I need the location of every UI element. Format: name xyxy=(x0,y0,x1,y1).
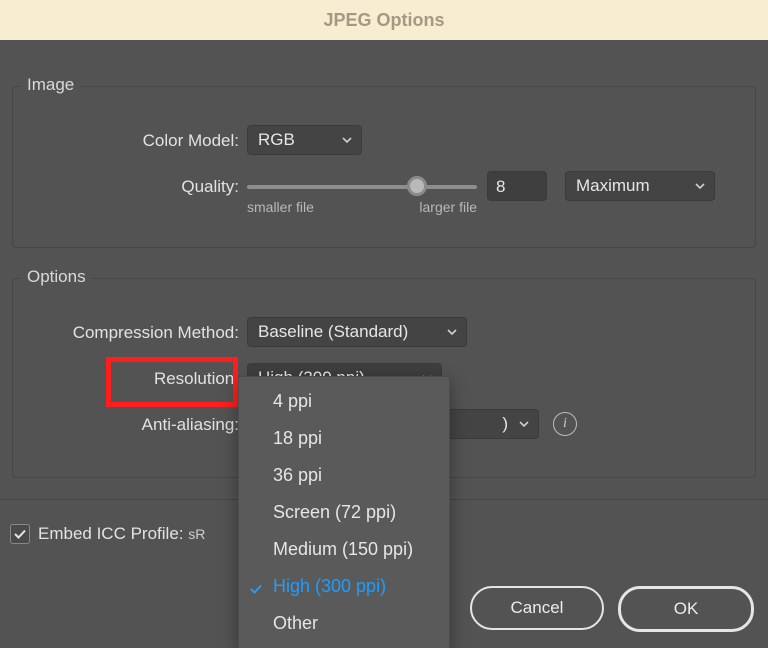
resolution-option-label: Medium (150 ppi) xyxy=(273,539,413,560)
color-model-label: Color Model: xyxy=(29,125,247,157)
quality-preset-select[interactable]: Maximum xyxy=(565,171,715,201)
compression-value: Baseline (Standard) xyxy=(258,322,408,342)
options-group-title: Options xyxy=(21,267,92,287)
quality-slider[interactable]: smaller file larger file xyxy=(247,171,477,215)
window-title: JPEG Options xyxy=(0,0,768,40)
chevron-down-icon xyxy=(446,326,458,338)
color-model-select[interactable]: RGB xyxy=(247,125,362,155)
resolution-option[interactable]: Other xyxy=(239,605,449,642)
cancel-button[interactable]: Cancel xyxy=(470,586,604,630)
check-icon xyxy=(249,580,263,594)
resolution-option[interactable]: Screen (72 ppi) xyxy=(239,494,449,531)
image-group-title: Image xyxy=(21,75,80,95)
resolution-option-label: 36 ppi xyxy=(273,465,322,486)
compression-select[interactable]: Baseline (Standard) xyxy=(247,317,467,347)
resolution-dropdown-menu[interactable]: 4 ppi 18 ppi 36 ppi Screen (72 ppi) Medium (… xyxy=(238,376,450,648)
anti-alias-value-fragment: ) xyxy=(502,414,508,434)
quality-value-input[interactable]: 8 xyxy=(487,171,547,201)
resolution-option-label: 18 ppi xyxy=(273,428,322,449)
quality-max-caption: larger file xyxy=(419,199,477,215)
quality-preset-value: Maximum xyxy=(576,176,650,196)
quality-slider-thumb[interactable] xyxy=(407,176,427,196)
resolution-label: Resolution: xyxy=(29,363,247,395)
ok-button[interactable]: OK xyxy=(618,586,754,632)
image-group: Image Color Model: RGB Quality: smaller … xyxy=(12,86,756,248)
resolution-option-label: Screen (72 ppi) xyxy=(273,502,396,523)
resolution-option-label: Other xyxy=(273,613,318,634)
embed-icc-checkbox[interactable] xyxy=(10,524,30,544)
resolution-option[interactable]: Medium (150 ppi) xyxy=(239,531,449,568)
embed-icc-label: Embed ICC Profile: sR xyxy=(38,524,205,544)
resolution-option[interactable]: 18 ppi xyxy=(239,420,449,457)
resolution-option-label: 4 ppi xyxy=(273,391,312,412)
chevron-down-icon xyxy=(694,180,706,192)
info-icon[interactable]: i xyxy=(553,412,577,436)
quality-min-caption: smaller file xyxy=(247,199,314,215)
anti-alias-label: Anti-aliasing: xyxy=(29,409,247,441)
resolution-option-label: High (300 ppi) xyxy=(273,576,386,597)
resolution-option[interactable]: High (300 ppi) xyxy=(239,568,449,605)
chevron-down-icon xyxy=(341,134,353,146)
resolution-option[interactable]: 4 ppi xyxy=(239,383,449,420)
resolution-option[interactable]: 36 ppi xyxy=(239,457,449,494)
chevron-down-icon xyxy=(518,418,530,430)
quality-label: Quality: xyxy=(29,171,247,203)
compression-label: Compression Method: xyxy=(29,317,247,349)
color-model-value: RGB xyxy=(258,130,295,150)
